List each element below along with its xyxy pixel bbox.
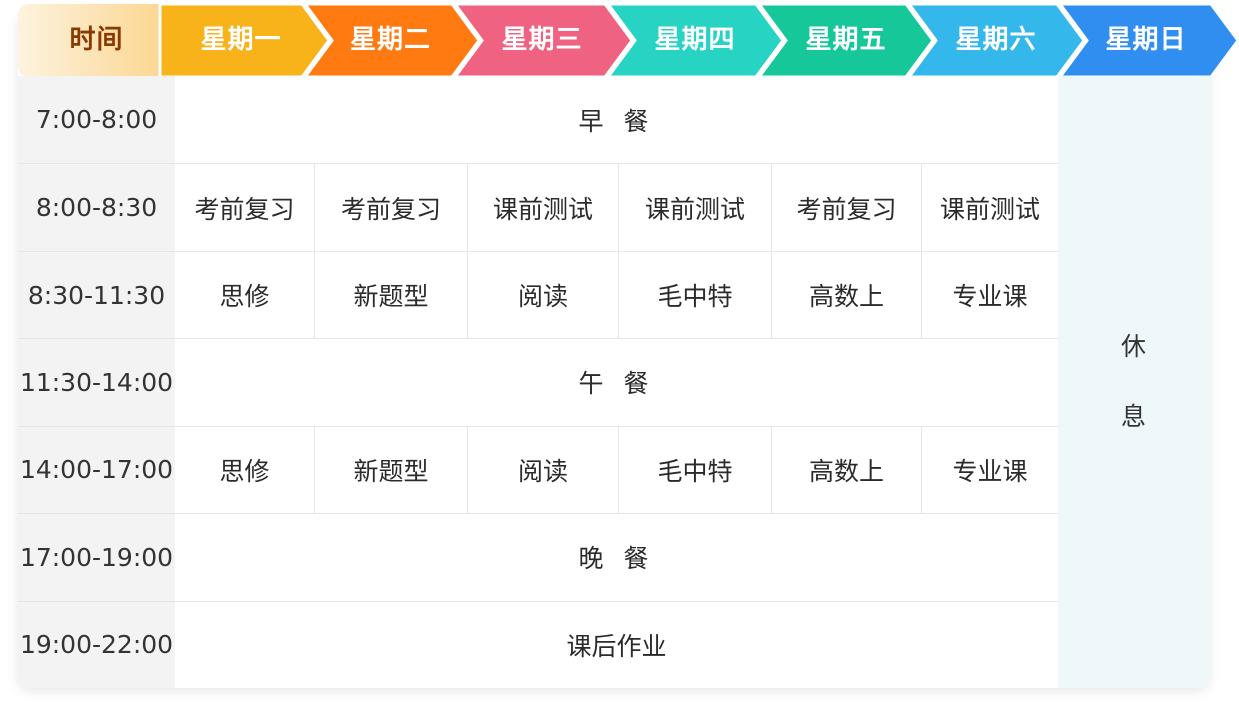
day-header-thu: 星期四 <box>654 25 736 55</box>
schedule-grid: 7:00-8:00 早 餐 8:00-8:30 考前复习 考前复习 课前测试 课… <box>18 76 1058 688</box>
day-header-sat: 星期六 <box>955 25 1037 55</box>
rest-label-2: 息 <box>1120 402 1146 431</box>
day-header-fri: 星期五 <box>805 25 887 55</box>
class-cell: 新题型 <box>314 250 467 339</box>
class-cell: 专业课 <box>921 425 1058 514</box>
meal-lunch: 午 餐 <box>175 338 1058 426</box>
day-header-mon: 星期一 <box>200 25 282 55</box>
time-slot: 19:00-22:00 <box>18 600 175 688</box>
schedule-page: 时间 星期一 星期二 星期三 星期四 星期五 星期六 星期日 7:00-8:00… <box>0 0 1239 715</box>
time-column-header: 时间 <box>69 25 124 55</box>
meal-breakfast: 早 餐 <box>175 76 1058 164</box>
time-slot: 17:00-19:00 <box>18 513 175 601</box>
homework-slot: 课后作业 <box>175 600 1058 688</box>
class-cell: 考前复习 <box>314 163 467 251</box>
day-header-tue: 星期二 <box>349 25 431 55</box>
class-cell: 毛中特 <box>618 250 771 339</box>
class-cell: 思修 <box>175 425 314 514</box>
class-cell: 课前测试 <box>618 163 771 251</box>
day-header-sun: 星期日 <box>1105 25 1187 55</box>
class-cell: 阅读 <box>467 250 618 339</box>
sunday-rest-column: 休 息 <box>1058 76 1209 688</box>
class-cell: 高数上 <box>771 425 921 514</box>
class-cell: 新题型 <box>314 425 467 514</box>
class-cell: 专业课 <box>921 250 1058 339</box>
rest-label-1: 休 <box>1120 332 1146 361</box>
day-header-wed: 星期三 <box>501 25 583 55</box>
class-cell: 阅读 <box>467 425 618 514</box>
time-slot: 8:30-11:30 <box>18 250 175 339</box>
class-cell: 思修 <box>175 250 314 339</box>
class-cell: 毛中特 <box>618 425 771 514</box>
weekday-header: 时间 星期一 星期二 星期三 星期四 星期五 星期六 星期日 <box>18 4 1239 77</box>
class-cell: 考前复习 <box>771 163 921 251</box>
meal-dinner: 晚 餐 <box>175 513 1058 601</box>
time-slot: 14:00-17:00 <box>18 425 175 514</box>
class-cell: 课前测试 <box>921 163 1058 251</box>
class-cell: 考前复习 <box>175 163 314 251</box>
time-slot: 8:00-8:30 <box>18 163 175 251</box>
class-cell: 高数上 <box>771 250 921 339</box>
time-slot: 7:00-8:00 <box>18 76 175 164</box>
class-cell: 课前测试 <box>467 163 618 251</box>
time-slot: 11:30-14:00 <box>18 338 175 426</box>
